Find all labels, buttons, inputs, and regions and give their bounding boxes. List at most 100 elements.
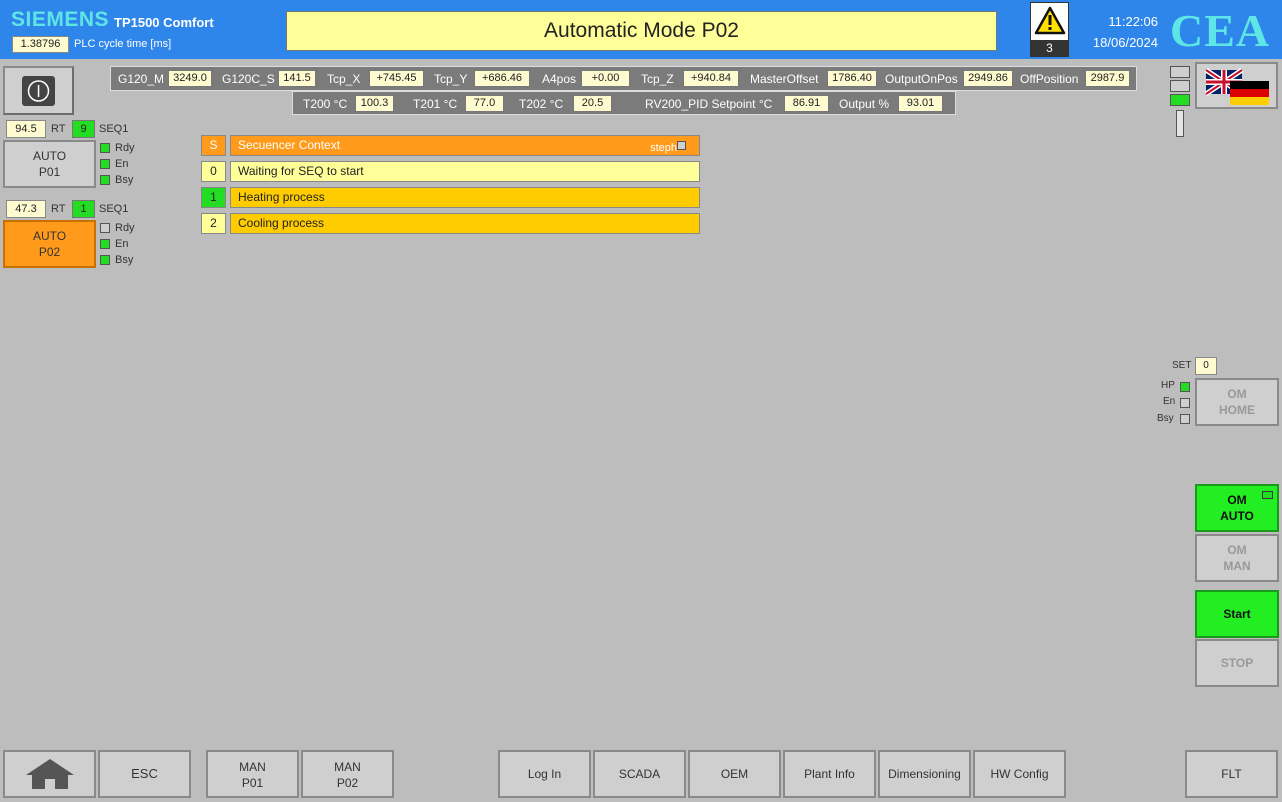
scroll-handle[interactable]: [1176, 110, 1184, 137]
p02-en-led: [100, 239, 110, 249]
home-en-led: [1180, 398, 1190, 408]
om-auto-button[interactable]: OM AUTO: [1195, 484, 1279, 532]
stop-button[interactable]: STOP: [1195, 639, 1279, 687]
g120c-s-label: G120C_S: [222, 72, 275, 86]
sequencer-header-label: Secuencer Context: [238, 138, 341, 152]
oem-button[interactable]: OEM: [688, 750, 781, 798]
company-logo: CEA: [1170, 5, 1271, 56]
om-home-button[interactable]: OM HOME: [1195, 378, 1279, 426]
t202-value: 20.5: [573, 95, 612, 112]
p02-rt-label: RT: [51, 203, 66, 215]
tcp-z-label: Tcp_Z: [641, 72, 674, 86]
hw-config-button[interactable]: HW Config: [973, 750, 1066, 798]
p01-seq-label: SEQ1: [99, 123, 129, 135]
tcp-y-label: Tcp_Y: [434, 72, 468, 86]
alarm-indicator-button[interactable]: 3: [1030, 2, 1069, 57]
t201-value: 77.0: [465, 95, 504, 112]
p01-rdy-led: [100, 143, 110, 153]
log-in-button[interactable]: Log In: [498, 750, 591, 798]
step-1-row: Heating process: [230, 187, 700, 208]
t201-label: T201 °C: [413, 97, 458, 111]
output-percent-value: 93.01: [898, 95, 943, 112]
p01-rdy-label: Rdy: [115, 142, 135, 154]
p01-value: 94.5: [6, 120, 46, 138]
set-label: SET: [1172, 360, 1192, 371]
status-indicator-3: [1170, 94, 1190, 106]
rv200-pid-setpoint-value: 86.91: [784, 95, 829, 112]
g120c-s-value: 141.5: [278, 70, 316, 87]
p01-en-led: [100, 159, 110, 169]
master-offset-value: 1786.40: [827, 70, 877, 87]
output-percent-label: Output %: [839, 97, 890, 111]
master-offset-label: MasterOffset: [750, 72, 819, 86]
dimensioning-button[interactable]: Dimensioning: [878, 750, 971, 798]
p01-bsy-label: Bsy: [115, 174, 134, 186]
off-position-label: OffPosition: [1020, 72, 1079, 86]
hp-label: HP: [1161, 380, 1175, 391]
flt-button[interactable]: FLT: [1185, 750, 1278, 798]
auto-p02-line1: AUTO: [32, 229, 67, 243]
steph-checkbox[interactable]: [677, 141, 686, 150]
clock-time: 11:22:06: [1108, 14, 1158, 29]
p02-bsy-label: Bsy: [115, 254, 134, 266]
clock-date: 18/06/2024: [1092, 35, 1158, 50]
p01-bsy-led: [100, 175, 110, 185]
tcp-z-value: +940.84: [683, 70, 739, 87]
auto-p01-line1: AUTO: [32, 149, 67, 163]
g120-m-value: 3249.0: [168, 70, 212, 87]
a4pos-label: A4pos: [542, 72, 577, 86]
home-en-label: En: [1163, 396, 1176, 407]
man-p01-button[interactable]: MAN P01: [206, 750, 299, 798]
plant-info-button[interactable]: Plant Info: [783, 750, 876, 798]
power-button[interactable]: [3, 66, 74, 115]
auto-p02-line2: P02: [38, 245, 61, 259]
rv200-pid-setpoint-label: RV200_PID Setpoint °C: [645, 97, 773, 111]
man-p02-line2: P02: [336, 776, 359, 790]
tcp-x-value: +745.45: [369, 70, 424, 87]
alarm-count: 3: [1031, 40, 1068, 56]
esc-button[interactable]: ESC: [98, 750, 191, 798]
p02-rdy-led: [100, 223, 110, 233]
hp-led: [1180, 382, 1190, 392]
step-2-row: Cooling process: [230, 213, 700, 234]
g120-m-label: G120_M: [118, 72, 165, 86]
om-auto-led: [1262, 491, 1273, 499]
start-button[interactable]: Start: [1195, 590, 1279, 638]
plc-cycle-time-label: PLC cycle time [ms]: [74, 38, 172, 50]
t200-label: T200 °C: [303, 97, 348, 111]
sequencer-header: Secuencer Context steph: [230, 135, 700, 156]
steph-label: steph: [650, 142, 677, 154]
p02-rdy-label: Rdy: [115, 222, 135, 234]
home-bsy-label: Bsy: [1157, 413, 1174, 424]
om-home-line2: HOME: [1219, 403, 1255, 417]
plc-cycle-time-value: 1.38796: [12, 36, 69, 53]
scada-button[interactable]: SCADA: [593, 750, 686, 798]
p01-rt-label: RT: [51, 123, 66, 135]
tcp-y-value: +686.46: [474, 70, 530, 87]
om-auto-line2: AUTO: [1220, 509, 1254, 523]
output-on-pos-value: 2949.86: [963, 70, 1013, 87]
om-man-line1: OM: [1227, 543, 1247, 557]
a4pos-value: +0.00: [581, 70, 630, 87]
step-0-num: 0: [201, 161, 226, 182]
home-button[interactable]: [3, 750, 96, 798]
output-on-pos-label: OutputOnPos: [885, 72, 958, 86]
p01-en-label: En: [115, 158, 129, 170]
auto-p01-line2: P01: [38, 165, 61, 179]
om-home-line1: OM: [1227, 387, 1247, 401]
sequencer-header-num: S: [201, 135, 226, 156]
auto-p02-button[interactable]: AUTO P02: [3, 220, 96, 268]
status-indicator-2: [1170, 80, 1190, 92]
auto-p01-button[interactable]: AUTO P01: [3, 140, 96, 188]
language-button[interactable]: [1195, 62, 1278, 109]
language-flag-icon: [1204, 67, 1269, 105]
om-man-button[interactable]: OM MAN: [1195, 534, 1279, 582]
step-0-row: Waiting for SEQ to start: [230, 161, 700, 182]
man-p02-button[interactable]: MAN P02: [301, 750, 394, 798]
man-p02-line1: MAN: [334, 760, 361, 774]
tcp-x-label: Tcp_X: [327, 72, 361, 86]
home-bsy-led: [1180, 414, 1190, 424]
t202-label: T202 °C: [519, 97, 564, 111]
set-value: 0: [1195, 357, 1217, 375]
power-icon: [22, 76, 55, 106]
